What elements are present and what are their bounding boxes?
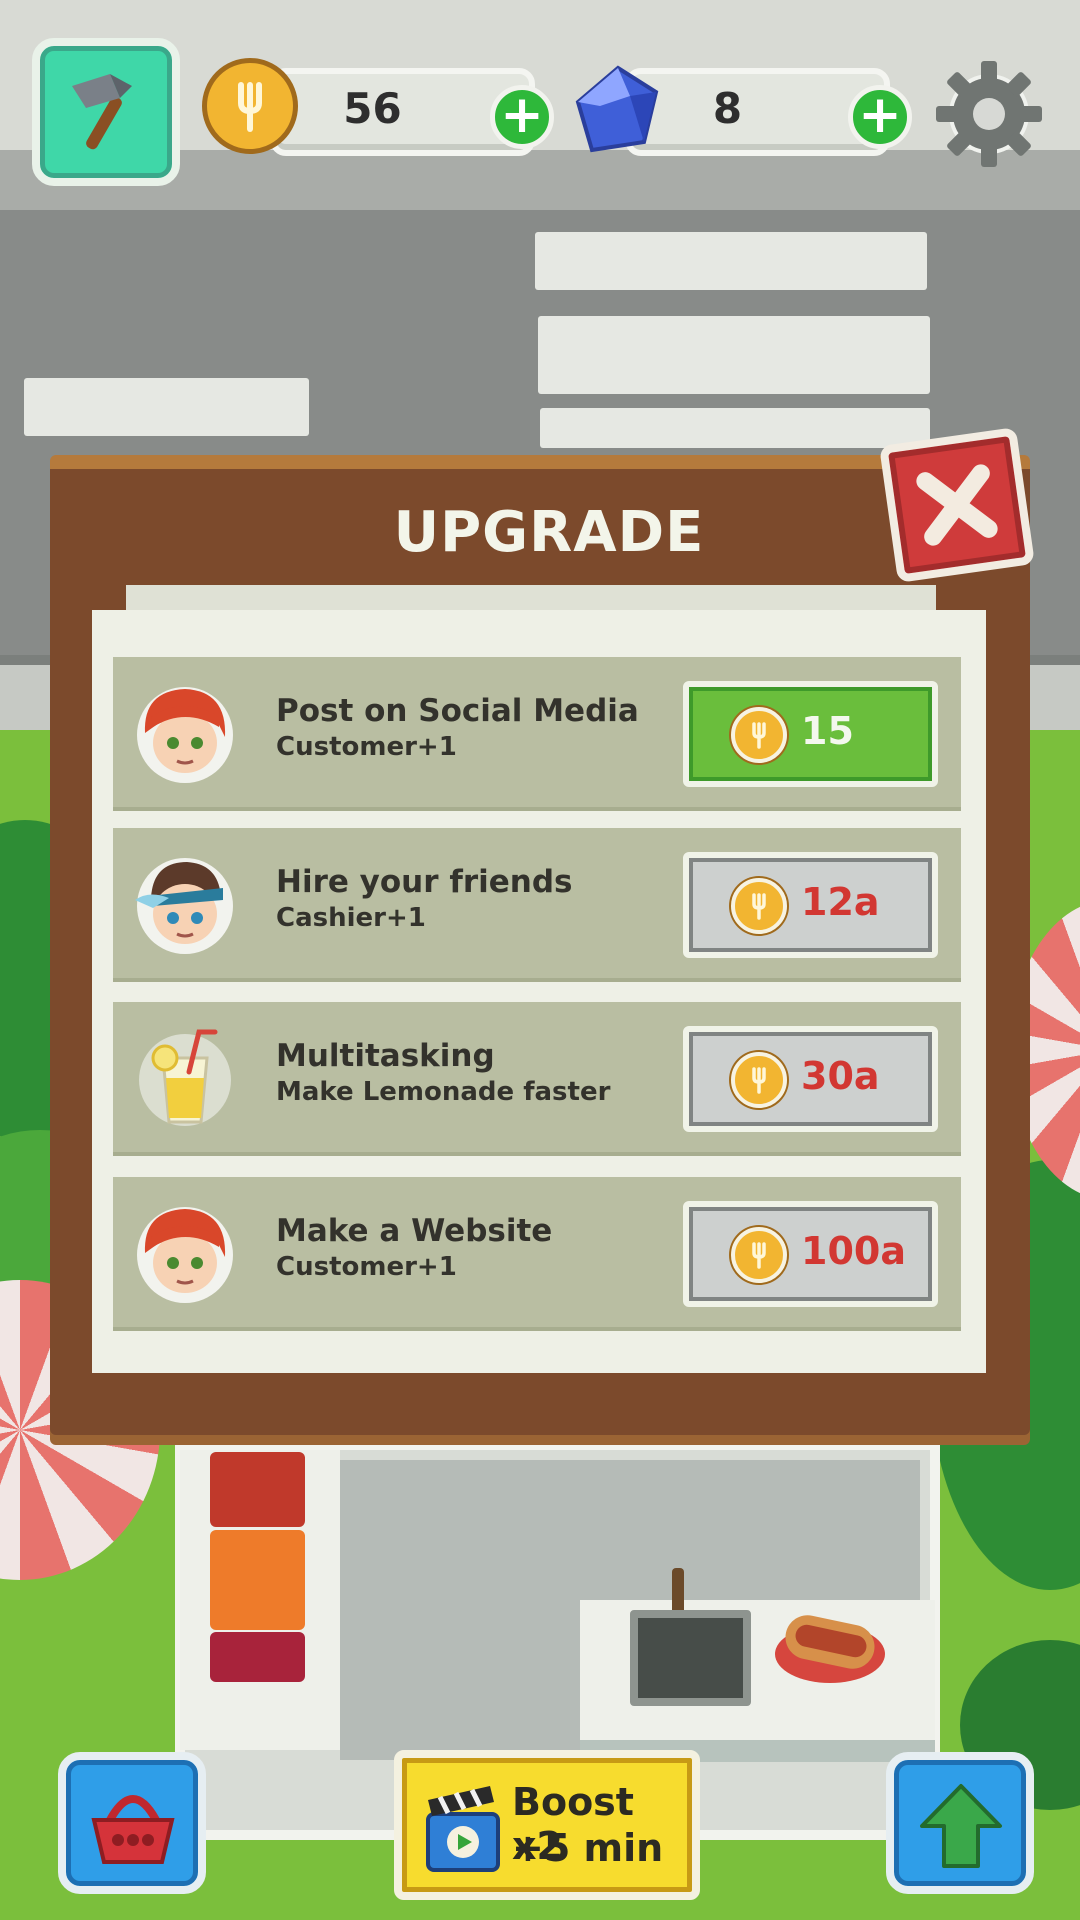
boost-duration: +5 min bbox=[512, 1826, 664, 1870]
upgrade-title: Multitasking bbox=[276, 1038, 495, 1074]
upgrade-row: Hire your friends Cashier+1 12a bbox=[113, 828, 961, 982]
upgrade-row: Post on Social Media Customer+1 15 bbox=[113, 657, 961, 811]
redhead-avatar-icon bbox=[137, 687, 233, 783]
crosswalk-stripe bbox=[535, 232, 927, 290]
boost-button[interactable]: Boost x2 +5 min bbox=[394, 1750, 700, 1900]
build-button[interactable] bbox=[32, 38, 180, 186]
redhead-avatar-icon bbox=[137, 1207, 233, 1303]
add-coins-button[interactable]: + bbox=[490, 85, 554, 149]
up-arrow-icon bbox=[920, 1784, 1002, 1868]
settings-button[interactable] bbox=[930, 55, 1048, 173]
coin-icon bbox=[731, 707, 787, 763]
upgrade-row: Multitasking Make Lemonade faster 30a bbox=[113, 1002, 961, 1156]
buy-button[interactable]: 30a bbox=[683, 1026, 938, 1132]
coin-icon bbox=[731, 1227, 787, 1283]
price-label: 12a bbox=[801, 880, 880, 924]
gem-icon bbox=[575, 65, 659, 153]
crate bbox=[210, 1530, 305, 1630]
close-button[interactable] bbox=[879, 427, 1035, 583]
hammer-icon bbox=[72, 74, 132, 150]
upgrade-title: Post on Social Media bbox=[276, 693, 639, 729]
crosswalk-stripe bbox=[538, 316, 930, 394]
shop-button[interactable] bbox=[58, 1752, 206, 1894]
coin-icon bbox=[202, 58, 298, 154]
upgrade-effect: Make Lemonade faster bbox=[276, 1077, 611, 1107]
grill-pan[interactable] bbox=[630, 1610, 751, 1706]
upgrade-effect: Customer+1 bbox=[276, 732, 457, 762]
close-icon bbox=[916, 464, 998, 546]
price-label: 15 bbox=[801, 709, 854, 753]
upgrade-title: Make a Website bbox=[276, 1213, 553, 1249]
price-label: 100a bbox=[801, 1229, 906, 1273]
upgrade-button[interactable] bbox=[886, 1752, 1034, 1894]
upgrade-row: Make a Website Customer+1 100a bbox=[113, 1177, 961, 1331]
upgrade-effect: Customer+1 bbox=[276, 1252, 457, 1282]
buy-button[interactable]: 12a bbox=[683, 852, 938, 958]
coin-amount: 56 bbox=[343, 84, 402, 133]
video-clapper-icon bbox=[426, 1786, 500, 1872]
crate bbox=[210, 1452, 305, 1527]
upgrade-effect: Cashier+1 bbox=[276, 903, 426, 933]
price-label: 30a bbox=[801, 1054, 880, 1098]
upgrade-title: Hire your friends bbox=[276, 864, 573, 900]
pan-handle bbox=[672, 1568, 684, 1616]
basket-icon bbox=[91, 1795, 175, 1864]
buy-button[interactable]: 15 bbox=[683, 681, 938, 787]
buy-button[interactable]: 100a bbox=[683, 1201, 938, 1307]
coin-icon bbox=[731, 878, 787, 934]
crosswalk-stripe bbox=[540, 408, 930, 448]
lemonade-icon bbox=[139, 1029, 231, 1126]
gear-icon bbox=[936, 61, 1042, 167]
add-gems-button[interactable]: + bbox=[848, 85, 912, 149]
crate bbox=[210, 1632, 305, 1682]
crosswalk-stripe bbox=[24, 378, 309, 436]
coin-icon bbox=[731, 1052, 787, 1108]
visor-avatar-icon bbox=[135, 858, 233, 954]
